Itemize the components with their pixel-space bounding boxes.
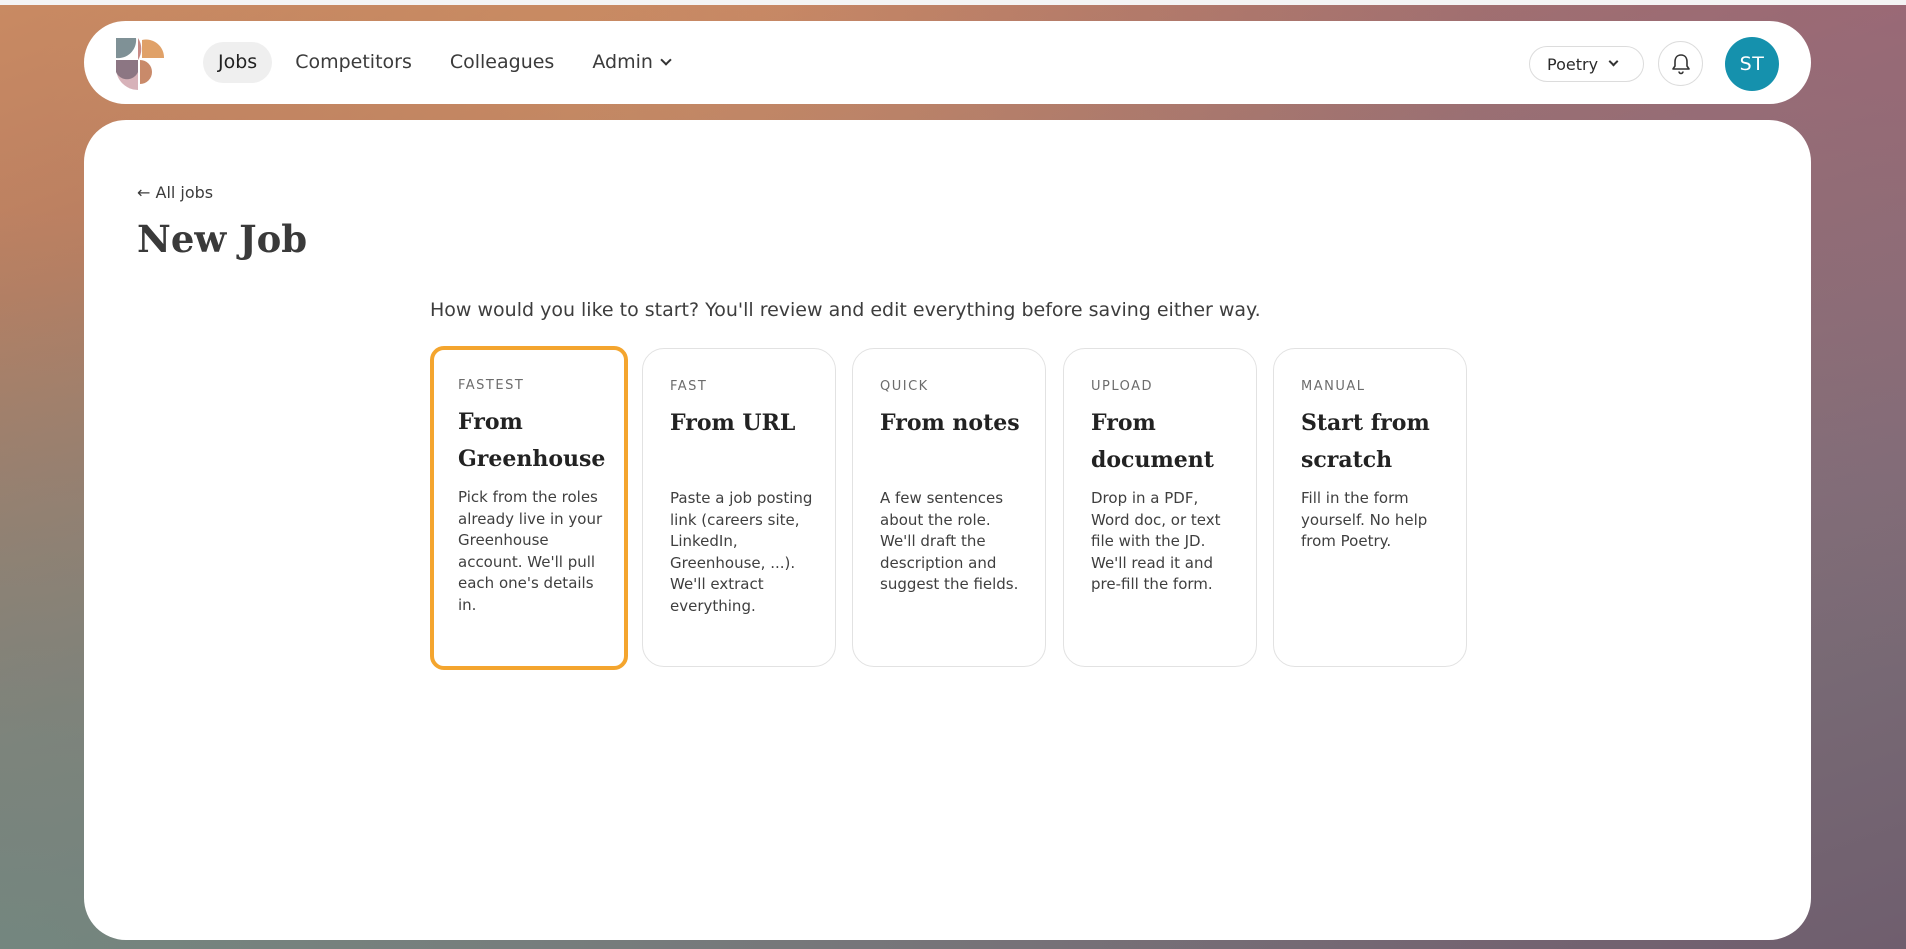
option-title: From notes <box>880 410 1020 436</box>
nav-admin-label: Admin <box>592 51 653 73</box>
nav-colleagues[interactable]: Colleagues <box>435 42 569 83</box>
option-card-scratch[interactable]: MANUAL Start from scratch Fill in the fo… <box>1273 348 1467 667</box>
nav-admin[interactable]: Admin <box>577 42 685 83</box>
avatar-initials: ST <box>1739 53 1765 75</box>
option-kicker: FAST <box>670 379 708 394</box>
nav-competitors[interactable]: Competitors <box>280 42 427 83</box>
workspace-switcher[interactable]: Poetry <box>1529 46 1644 82</box>
nav-competitors-label: Competitors <box>295 51 412 73</box>
option-description: Paste a job posting link (careers site, … <box>670 489 813 615</box>
avatar[interactable]: ST <box>1725 37 1779 91</box>
nav-jobs-label: Jobs <box>218 51 258 73</box>
top-header: Jobs Competitors Colleagues Admin Poetry… <box>84 21 1811 104</box>
option-card-url[interactable]: FAST From URL Paste a job posting link (… <box>642 348 836 667</box>
option-description: A few sentences about the role. We'll dr… <box>880 489 1019 594</box>
option-title: From document <box>1091 410 1214 473</box>
option-title: From Greenhouse <box>458 409 606 472</box>
top-strip <box>0 0 1906 5</box>
option-kicker: UPLOAD <box>1091 379 1154 394</box>
option-card-greenhouse[interactable]: FASTEST From Greenhouse Pick from the ro… <box>430 346 628 670</box>
option-kicker: MANUAL <box>1301 379 1366 394</box>
nav-colleagues-label: Colleagues <box>449 51 555 73</box>
bell-icon <box>1671 53 1690 74</box>
back-to-all-jobs-link[interactable]: ← All jobs <box>137 183 213 202</box>
option-description: Pick from the roles already live in your… <box>458 488 603 614</box>
chevron-down-icon <box>660 54 672 66</box>
option-title: From URL <box>670 410 796 436</box>
nav-jobs[interactable]: Jobs <box>203 42 273 83</box>
option-kicker: QUICK <box>880 379 929 394</box>
page-title: New Job <box>137 217 308 261</box>
notifications-button[interactable] <box>1658 41 1703 86</box>
main-panel: ← All jobs New Job How would you like to… <box>84 120 1811 940</box>
start-prompt: How would you like to start? You'll revi… <box>430 299 1261 321</box>
option-card-notes[interactable]: QUICK From notes A few sentences about t… <box>852 348 1046 667</box>
option-kicker: FASTEST <box>458 378 525 393</box>
option-title: Start from scratch <box>1301 410 1430 473</box>
option-card-document[interactable]: UPLOAD From document Drop in a PDF, Word… <box>1063 348 1257 667</box>
workspace-label: Poetry <box>1547 54 1599 74</box>
poetry-logo-icon[interactable] <box>114 36 170 92</box>
option-description: Fill in the form yourself. No help from … <box>1301 489 1428 551</box>
chevron-down-icon <box>1608 56 1619 66</box>
option-description: Drop in a PDF, Word doc, or text file wi… <box>1091 489 1221 594</box>
main-nav: Jobs Competitors Colleagues Admin <box>203 42 693 83</box>
